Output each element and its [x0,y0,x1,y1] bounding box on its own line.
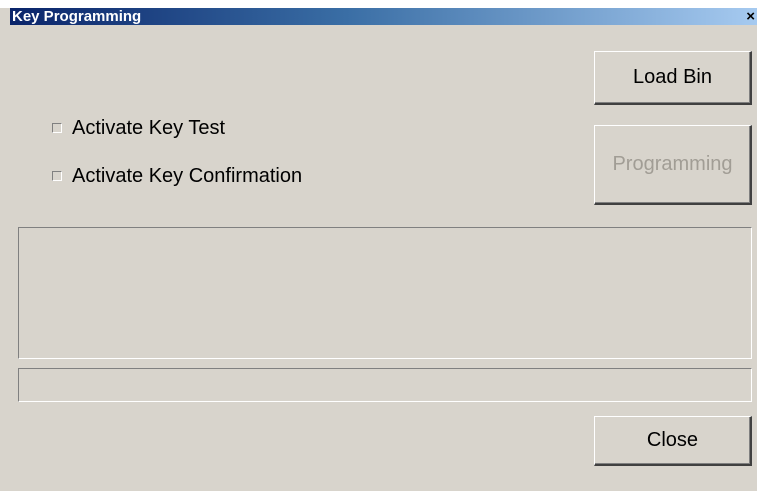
log-panel [18,227,752,359]
close-icon[interactable]: × [746,8,755,25]
checkbox-icon[interactable] [52,123,62,133]
top-margin [0,0,757,8]
progress-bar [18,368,752,402]
programming-button[interactable]: Programming [594,125,752,205]
activate-key-confirmation-checkbox[interactable]: Activate Key Confirmation [52,162,302,190]
key-programming-dialog: Key Programming × Load Bin Activate Key … [0,0,757,491]
window-title: Key Programming [12,8,142,25]
activate-key-confirmation-label: Activate Key Confirmation [72,164,303,187]
activate-key-test-label: Activate Key Test [72,116,226,139]
load-bin-button[interactable]: Load Bin [594,51,752,105]
checkbox-icon[interactable] [52,171,62,181]
close-button[interactable]: Close [594,416,752,466]
activate-key-test-checkbox[interactable]: Activate Key Test [52,114,225,142]
title-bar[interactable]: Key Programming × [10,8,757,25]
